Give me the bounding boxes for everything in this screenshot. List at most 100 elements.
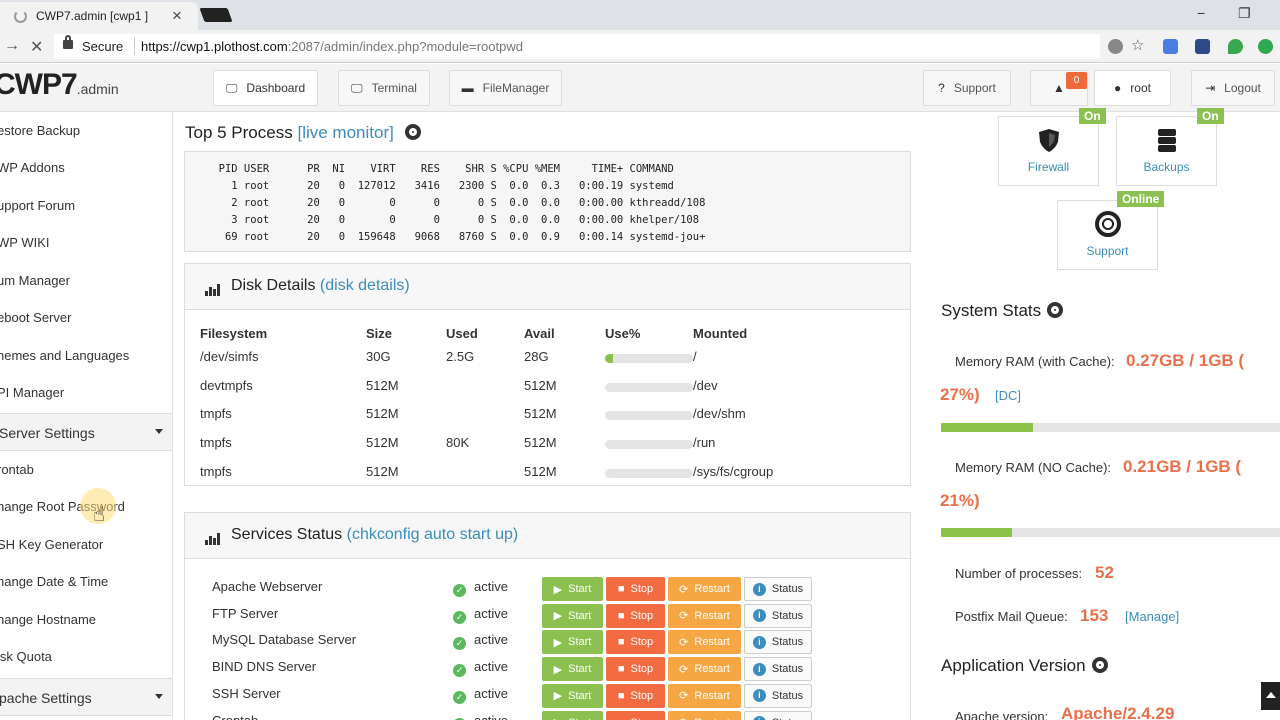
status-service-button[interactable]: i Status (744, 603, 812, 628)
sidebar-item-restore-backup[interactable]: estore Backup (0, 112, 172, 149)
tab-close-icon[interactable]: × (172, 6, 182, 26)
stop-service-button[interactable]: ■ Stop (606, 710, 665, 720)
services-status-panel: Services Status (chkconfig auto start up… (184, 512, 911, 720)
sidebar-item-change-date-time[interactable]: hange Date & Time (0, 563, 172, 600)
sidebar-item-support-forum[interactable]: upport Forum (0, 187, 172, 224)
filemanager-button[interactable]: ▬ FileManager (449, 70, 562, 106)
support-tile[interactable]: Support (1057, 200, 1158, 270)
stop-service-button[interactable]: ■ Stop (606, 577, 665, 601)
live-monitor-link[interactable]: [live monitor] (297, 123, 393, 142)
cwp-logo[interactable]: CWP7.admin (0, 68, 119, 102)
apache-version-value: Apache/2.4.29 (1061, 704, 1175, 720)
sidebar-item-api-manager[interactable]: PI Manager (0, 374, 172, 411)
start-service-button[interactable]: ▶ Start (542, 683, 603, 708)
manage-mail-link[interactable]: [Manage] (1125, 609, 1179, 624)
sidebar-item-disk-quota[interactable]: isk Quota (0, 638, 172, 675)
sidebar-section-label: Server Settings (0, 425, 95, 441)
sidebar-item-ssh-key-generator[interactable]: SH Key Generator (0, 526, 172, 563)
sidebar-item-cwp-addons[interactable]: WP Addons (0, 149, 172, 186)
restart-service-button[interactable]: ⟳ Restart (668, 683, 741, 708)
disk-header-1: Size (366, 326, 393, 341)
sidebar-item-themes-languages[interactable]: hemes and Languages (0, 337, 172, 374)
minimize-window-icon[interactable]: − (1197, 5, 1205, 21)
extension-icon[interactable] (1108, 39, 1123, 54)
status-service-button[interactable]: i Status (744, 710, 812, 720)
sidebar-item-cwp-wiki[interactable]: WP WIKI (0, 224, 172, 261)
maximize-window-icon[interactable]: ❐ (1238, 5, 1251, 22)
chkconfig-link[interactable]: (chkconfig auto start up) (347, 526, 519, 543)
backups-tile[interactable]: Backups (1116, 116, 1217, 186)
start-service-button[interactable]: ▶ Start (542, 577, 603, 601)
support-button[interactable]: ? Support (923, 70, 1011, 106)
sidebar-item-reboot-server[interactable]: eboot Server (0, 299, 172, 336)
service-status-text: active (474, 659, 508, 675)
disk-header-4: Use% (605, 326, 641, 341)
stop-service-button[interactable]: ■ Stop (606, 603, 665, 628)
sidebar-item-label: hange Hostname (0, 612, 97, 627)
disk-cell-used: 2.5G (446, 349, 475, 364)
gear-icon[interactable] (1091, 657, 1108, 673)
database-icon (1158, 129, 1176, 152)
start-service-button[interactable]: ▶ Start (542, 710, 603, 720)
disk-cell-used: 80K (446, 435, 470, 451)
translate-extension-icon[interactable] (1163, 39, 1178, 54)
stop-service-button[interactable]: ■ Stop (606, 630, 665, 655)
sidebar-section-apache-settings[interactable]: pache Settings (0, 678, 172, 716)
sidebar-item-change-hostname[interactable]: hange Hostname (0, 601, 172, 638)
services-panel-title: Services Status (chkconfig auto start up… (231, 526, 518, 544)
status-service-button[interactable]: i Status (744, 683, 812, 708)
dc-link[interactable]: [DC] (995, 388, 1021, 403)
stop-service-button[interactable]: ■ Stop (606, 657, 665, 682)
sidebar-item-crontab[interactable]: rontab (0, 451, 172, 488)
stop-button-label: Stop (631, 717, 654, 720)
cwp-header: CWP7.admin 🖵 Dashboard 🖵 Terminal ▬ FileMan… (0, 64, 1280, 112)
restart-service-button[interactable]: ⟳ Restart (668, 603, 741, 628)
tab-title: CWP7.admin [cwp1 ] (36, 9, 149, 23)
grammarly-extension-icon[interactable] (1258, 39, 1273, 54)
disk-cell-mount: /dev (693, 377, 718, 393)
bookmark-star-icon[interactable]: ☆ (1131, 36, 1144, 54)
play-icon: ▶ (553, 610, 563, 623)
firewall-tile[interactable]: Firewall (998, 116, 1099, 186)
scroll-to-top-button[interactable] (1261, 682, 1280, 710)
disk-cell-mount: /dev/shm (693, 406, 746, 422)
play-icon: ▶ (553, 690, 563, 703)
status-service-button[interactable]: i Status (744, 630, 812, 655)
url-input[interactable]: Secure https://cwp1.plothost.com:2087/ad… (54, 34, 1100, 59)
restart-service-button[interactable]: ⟳ Restart (668, 630, 741, 655)
shield-extension-icon[interactable] (1228, 39, 1243, 54)
logout-button[interactable]: ⇥ Logout (1191, 70, 1275, 106)
browser-tab[interactable]: CWP7.admin [cwp1 ] × (0, 2, 198, 30)
start-service-button[interactable]: ▶ Start (542, 657, 603, 682)
url-host: https://cwp1.plothost.com (141, 39, 288, 54)
url-text: https://cwp1.plothost.com:2087/admin/ind… (141, 39, 523, 54)
new-tab-button[interactable] (199, 8, 233, 22)
mem-nocache-bar-fill (941, 528, 1013, 537)
terminal-button[interactable]: 🖵 Terminal (338, 70, 430, 106)
status-service-button[interactable]: i Status (744, 657, 812, 682)
mem-cache-bar-fill (941, 423, 1033, 432)
stop-icon: ■ (617, 583, 625, 595)
gear-icon[interactable] (404, 124, 421, 140)
forward-arrow-icon[interactable]: → (4, 37, 20, 55)
restart-button-label: Restart (694, 663, 730, 676)
stop-service-button[interactable]: ■ Stop (606, 683, 665, 708)
sidebar-item-forum-manager[interactable]: um Manager (0, 262, 172, 299)
status-service-button[interactable]: i Status (744, 577, 812, 601)
service-status-text: active (474, 685, 508, 701)
gear-icon[interactable] (1047, 302, 1064, 318)
stop-loading-icon[interactable]: ✕ (30, 37, 43, 57)
bar-chart-icon (205, 533, 221, 545)
restart-service-button[interactable]: ⟳ Restart (668, 710, 741, 720)
start-service-button[interactable]: ▶ Start (542, 603, 603, 628)
extension-icon-2[interactable] (1195, 39, 1210, 54)
user-menu-button[interactable]: ● root (1094, 70, 1171, 106)
sidebar-section-server-settings[interactable]: Server Settings (0, 413, 172, 451)
start-service-button[interactable]: ▶ Start (542, 630, 603, 655)
disk-details-link[interactable]: (disk details) (320, 277, 410, 294)
status-button-label: Status (771, 583, 804, 595)
disk-cell-avail: 512M (524, 406, 557, 422)
dashboard-button[interactable]: 🖵 Dashboard (213, 70, 318, 106)
restart-service-button[interactable]: ⟳ Restart (668, 577, 741, 601)
restart-service-button[interactable]: ⟳ Restart (668, 657, 741, 682)
